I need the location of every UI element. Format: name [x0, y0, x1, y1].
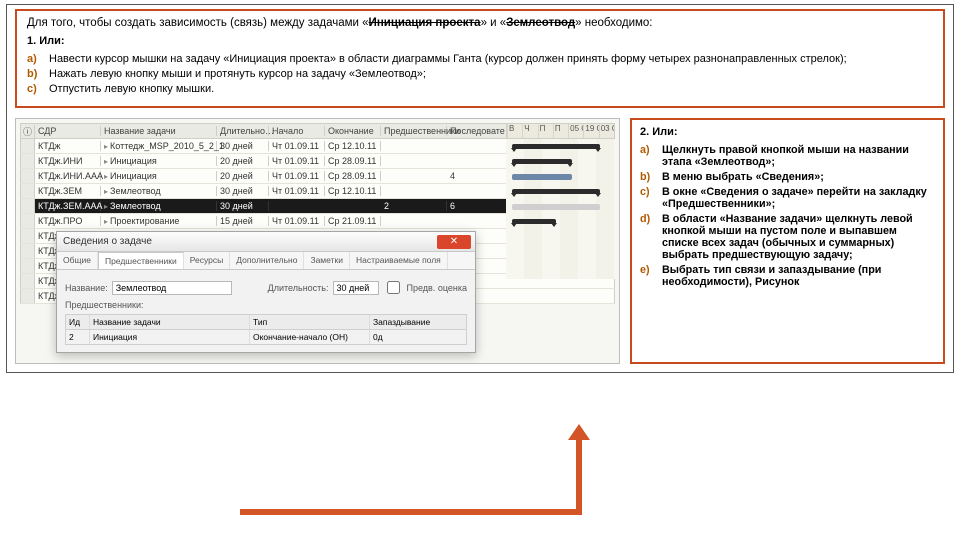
- col-info[interactable]: ⓘ: [21, 125, 35, 138]
- heading-2: 2. Или:: [640, 126, 935, 138]
- arrow-connector: [576, 436, 582, 515]
- page-frame: Для того, чтобы создать зависимость (свя…: [6, 4, 954, 373]
- col-name[interactable]: Название задачи: [101, 126, 217, 136]
- timeline-cell: Ч: [522, 124, 537, 138]
- mr-name[interactable]: Инициация: [90, 330, 250, 344]
- label-predecessors: Предшественники:: [65, 300, 144, 310]
- label-duration: Длительность:: [268, 283, 329, 293]
- task2: Землеотвод: [506, 17, 575, 29]
- instructions-box-1: Для того, чтобы создать зависимость (свя…: [15, 9, 945, 108]
- predecessors-table[interactable]: Ид Название задачи Тип Запаздывание 2 Ин…: [65, 314, 467, 345]
- gantt-bar[interactable]: [512, 189, 600, 194]
- mr-type[interactable]: Окончание-начало (ОН): [250, 330, 370, 344]
- col-start[interactable]: Начало: [269, 126, 325, 136]
- col-finish[interactable]: Окончание: [325, 126, 381, 136]
- col-succ[interactable]: Последовате: [447, 126, 501, 136]
- tab-general[interactable]: Общие: [57, 252, 98, 269]
- mh-type[interactable]: Тип: [250, 315, 370, 329]
- r-step-d: В области «Название задачи» щелкнуть лев…: [662, 213, 935, 261]
- gantt-bar[interactable]: [512, 144, 600, 149]
- timeline-cell: П: [553, 124, 568, 138]
- mh-name[interactable]: Название задачи: [90, 315, 250, 329]
- gantt-bar[interactable]: [512, 219, 556, 224]
- estimate-checkbox[interactable]: [387, 281, 400, 294]
- r-step-c: В окне «Сведения о задаче» перейти на за…: [662, 186, 935, 210]
- col-dur[interactable]: Длительно…: [217, 126, 269, 136]
- label-estimate: Предв. оценка: [407, 283, 468, 293]
- timeline-header: ВЧПП05 Сен '1119 Сен '1103 Окт '11: [506, 123, 615, 139]
- dialog-titlebar[interactable]: Сведения о задаче ✕: [57, 232, 475, 252]
- close-button[interactable]: ✕: [437, 235, 471, 249]
- instructions-box-2: 2. Или: a)Щелкнуть правой кнопкой мыши н…: [630, 118, 945, 364]
- label-name: Название:: [65, 283, 108, 293]
- tab-advanced[interactable]: Дополнительно: [230, 252, 304, 269]
- tab-predecessors[interactable]: Предшественники: [98, 252, 184, 269]
- task-info-dialog: Сведения о задаче ✕ Общие Предшественник…: [56, 231, 476, 353]
- step-c: c) Отпустить левую кнопку мышки.: [27, 83, 933, 95]
- gantt-bar[interactable]: [512, 174, 572, 180]
- tab-resources[interactable]: Ресурсы: [184, 252, 231, 269]
- col-pred[interactable]: Предшественники: [381, 126, 447, 136]
- r-step-b: В меню выбрать «Сведения»;: [662, 171, 935, 183]
- mh-lag[interactable]: Запаздывание: [370, 315, 466, 329]
- col-wbs[interactable]: СДР: [35, 126, 101, 136]
- gantt-bar-selected[interactable]: [512, 204, 600, 210]
- mr-lag[interactable]: 0д: [370, 330, 466, 344]
- dialog-tabs: Общие Предшественники Ресурсы Дополнител…: [57, 252, 475, 270]
- tab-custom-fields[interactable]: Настраиваемые поля: [350, 252, 448, 269]
- step-b: b) Нажать левую кнопку мыши и протянуть …: [27, 68, 933, 80]
- timeline-cell: 03 Окт '11: [599, 124, 614, 138]
- timeline-cell: П: [538, 124, 553, 138]
- step-a: a) Навести курсор мышки на задачу «Иници…: [27, 53, 933, 65]
- timeline-cell: 05 Сен '11: [568, 124, 583, 138]
- timeline-cell: В: [507, 124, 522, 138]
- task-name-field[interactable]: [112, 281, 232, 295]
- timeline-cell: 19 Сен '11: [583, 124, 598, 138]
- intro-line: Для того, чтобы создать зависимость (свя…: [27, 17, 933, 29]
- r-step-e: Выбрать тип связи и запаздывание (при не…: [662, 264, 935, 288]
- mr-id[interactable]: 2: [66, 330, 90, 344]
- arrow-connector: [240, 509, 580, 515]
- app-screenshot: ⓘ СДР Название задачи Длительно… Начало …: [15, 118, 620, 364]
- mh-id[interactable]: Ид: [66, 315, 90, 329]
- r-step-a: Щелкнуть правой кнопкой мыши на названии…: [662, 144, 935, 168]
- dialog-title: Сведения о задаче: [63, 236, 152, 247]
- tab-notes[interactable]: Заметки: [304, 252, 350, 269]
- intro-text: Для того, чтобы создать зависимость (свя…: [27, 17, 369, 29]
- gantt-area[interactable]: [506, 139, 615, 279]
- task1: Инициация проекта: [369, 17, 481, 29]
- duration-field[interactable]: [333, 281, 379, 295]
- heading-1: 1. Или:: [27, 35, 933, 47]
- gantt-bar[interactable]: [512, 159, 572, 164]
- arrow-head-icon: [568, 424, 590, 440]
